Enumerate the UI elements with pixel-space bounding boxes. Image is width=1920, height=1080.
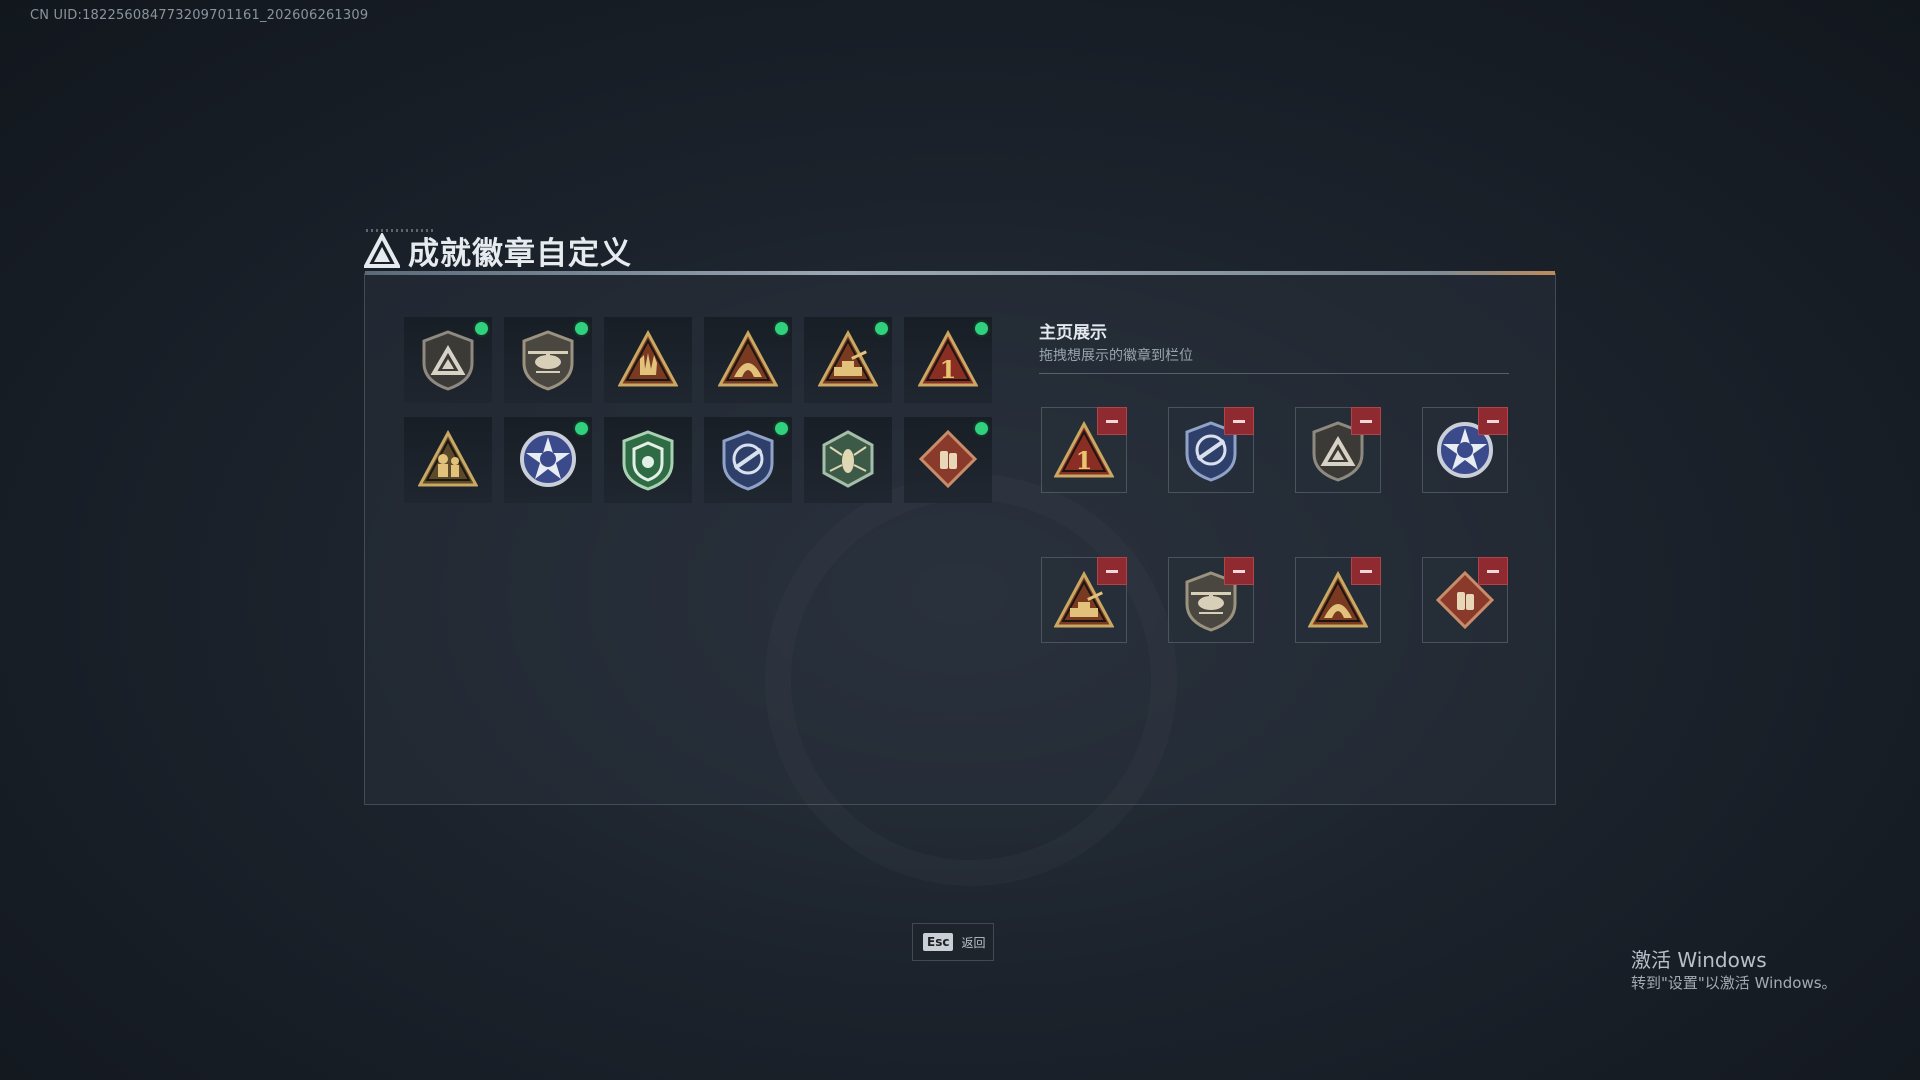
owned-badge-slot[interactable] (704, 417, 792, 503)
owned-badge-slot[interactable] (804, 417, 892, 503)
new-indicator-dot (575, 322, 588, 335)
display-slot[interactable] (1168, 407, 1254, 493)
uid-label: CN UID:182256084773209701161_20260626130… (30, 8, 369, 23)
display-slot[interactable] (1295, 557, 1381, 643)
page-header: 成就徽章自定义 (364, 228, 632, 273)
triangle-logo-icon (364, 232, 400, 268)
remove-badge-button[interactable] (1224, 407, 1254, 435)
owned-badge-slot[interactable] (904, 417, 992, 503)
owned-badge-slot[interactable] (504, 417, 592, 503)
display-section-title: 主页展示 (1039, 323, 1107, 343)
svg-text:1: 1 (1076, 446, 1093, 475)
owned-badge-slot[interactable] (504, 317, 592, 403)
owned-badge-slot[interactable]: 1 (904, 317, 992, 403)
new-indicator-dot (775, 322, 788, 335)
display-section-subtitle: 拖拽想展示的徽章到栏位 (1039, 348, 1193, 364)
owned-badge-slot[interactable] (704, 317, 792, 403)
panel-watermark (765, 474, 1177, 886)
remove-badge-button[interactable] (1097, 407, 1127, 435)
display-slot[interactable] (1422, 557, 1508, 643)
remove-badge-button[interactable] (1351, 557, 1381, 585)
section-divider (1039, 373, 1509, 374)
display-slot[interactable] (1295, 407, 1381, 493)
owned-badge-slot[interactable] (604, 417, 692, 503)
remove-badge-button[interactable] (1351, 407, 1381, 435)
number-one-badge-icon: 1 (918, 329, 978, 387)
new-indicator-dot (775, 422, 788, 435)
remove-badge-button[interactable] (1478, 557, 1508, 585)
back-label: 返回 (961, 935, 986, 950)
hand-triangle-badge-icon (618, 329, 678, 387)
display-slot[interactable] (1422, 407, 1508, 493)
svg-text:1: 1 (940, 355, 957, 384)
new-indicator-dot (875, 322, 888, 335)
page-title: 成就徽章自定义 (408, 236, 632, 272)
windows-activation-subtitle: 转到"设置"以激活 Windows。 (1631, 974, 1837, 992)
owned-badge-slot[interactable] (404, 317, 492, 403)
green-shield-badge-icon (622, 430, 674, 491)
title-decoration (366, 229, 436, 232)
flame-triangle-badge-icon (718, 329, 778, 387)
new-indicator-dot (975, 322, 988, 335)
soldier-triangle-badge-icon (418, 429, 478, 487)
esc-key-icon: Esc (923, 933, 954, 951)
new-indicator-dot (475, 322, 488, 335)
owned-badge-slot[interactable] (604, 317, 692, 403)
owned-badge-slot[interactable] (804, 317, 892, 403)
display-slot[interactable]: 1 (1041, 407, 1127, 493)
remove-badge-button[interactable] (1224, 557, 1254, 585)
diamond-pack-badge-icon (918, 429, 978, 489)
hexagon-insect-badge-icon (822, 430, 874, 488)
owned-badge-slot[interactable] (404, 417, 492, 503)
tank-triangle-badge-icon (818, 329, 878, 387)
helicopter-badge-icon (522, 330, 574, 391)
star-emblem-badge-icon (520, 431, 576, 487)
remove-badge-button[interactable] (1097, 557, 1127, 585)
display-slot[interactable] (1041, 557, 1127, 643)
shield-triangle-badge-icon (422, 330, 474, 391)
panel-top-bar (365, 271, 1555, 275)
back-button[interactable]: Esc 返回 (912, 923, 994, 961)
remove-badge-button[interactable] (1478, 407, 1508, 435)
new-indicator-dot (975, 422, 988, 435)
rocket-shield-badge-icon (722, 430, 774, 491)
display-slot[interactable] (1168, 557, 1254, 643)
new-indicator-dot (575, 422, 588, 435)
windows-activation-title: 激活 Windows (1631, 948, 1767, 972)
